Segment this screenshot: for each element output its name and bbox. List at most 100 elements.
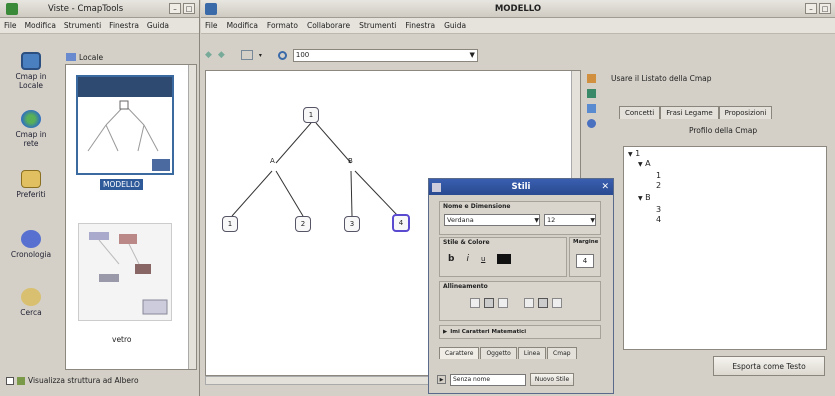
minimize-button[interactable]: –	[805, 3, 817, 14]
concept-node-3[interactable]: 3	[344, 216, 360, 232]
menu-finestra[interactable]: Finestra	[405, 21, 435, 30]
maximize-button[interactable]: □	[819, 3, 831, 14]
valign-top-icon[interactable]	[524, 298, 534, 308]
maximize-button[interactable]: □	[183, 3, 195, 14]
menu-strumenti[interactable]: Strumenti	[359, 21, 396, 30]
thumbnail-label-modello: MODELLO	[100, 179, 143, 190]
text-color-button[interactable]	[497, 254, 512, 264]
menu-finestra[interactable]: Finestra	[109, 21, 139, 30]
tree-item-b-4[interactable]: 4	[656, 215, 661, 224]
underline-button[interactable]: u	[481, 255, 485, 263]
sidebar-item-history[interactable]: Cronologia	[0, 230, 62, 259]
thumbnail-preview	[78, 77, 172, 171]
arrow-icon[interactable]	[587, 74, 596, 83]
outline-tree[interactable]: ▼ 1 ▼ A 1 2 ▼ B 3 4	[623, 146, 827, 350]
chevron-down-icon[interactable]: ▾	[259, 52, 262, 59]
align-right-icon[interactable]	[498, 298, 508, 308]
new-style-button[interactable]: Nuovo Stile	[530, 373, 574, 386]
font-name-value: Verdana	[447, 216, 474, 224]
new-style-name-input[interactable]: Senza nome	[450, 373, 526, 386]
font-size-select[interactable]: 12 ▼	[544, 214, 596, 226]
style-buttons: b i u	[448, 254, 512, 264]
tab-linea[interactable]: Linea	[517, 347, 547, 359]
styles-title: Stili	[511, 182, 531, 192]
concept-label-a[interactable]: A	[270, 157, 275, 165]
concept-node-1-root[interactable]: 1	[303, 107, 319, 123]
menu-modifica[interactable]: Modifica	[227, 21, 258, 30]
cmaptools-logo-icon	[6, 2, 18, 15]
menu-modifica[interactable]: Modifica	[25, 21, 56, 30]
views-sidebar: Cmap in Locale Cmap in rete Preferiti Cr…	[0, 36, 64, 366]
tab-proposizioni[interactable]: Proposizioni	[718, 106, 773, 119]
outline-panel-title: Usare il Listato della Cmap	[611, 74, 712, 83]
location-header[interactable]: Locale	[66, 50, 196, 64]
thumbnail-vetro[interactable]	[78, 223, 172, 321]
sidebar-item-label: Cronologia	[10, 250, 52, 259]
menu-strumenti[interactable]: Strumenti	[64, 21, 101, 30]
export-text-button[interactable]: Esporta come Testo	[713, 356, 825, 376]
menu-file[interactable]: File	[4, 21, 17, 30]
italic-button[interactable]: i	[466, 254, 469, 264]
play-icon[interactable]: ▶	[437, 375, 446, 384]
profile-label: Profilo della Cmap	[689, 126, 758, 135]
thumbnail-modello[interactable]	[76, 75, 174, 175]
sidebar-item-network[interactable]: Cmap in rete	[0, 110, 62, 148]
math-chars-row[interactable]: ▶ Imi Caratteri Matematici	[439, 325, 601, 339]
chevron-down-icon: ▼	[638, 195, 643, 202]
chevron-down-icon: ▼	[638, 161, 643, 168]
forward-arrow-icon[interactable]: ◆	[218, 50, 225, 60]
vertical-scrollbar[interactable]	[188, 65, 196, 369]
tree-view-option[interactable]: Visualizza struttura ad Albero	[6, 376, 139, 385]
align-center-icon[interactable]	[484, 298, 494, 308]
concept-node-4[interactable]: 4	[392, 214, 410, 232]
menu-formato[interactable]: Formato	[267, 21, 298, 30]
info-icon[interactable]	[587, 119, 596, 128]
sidebar-item-local[interactable]: Cmap in Locale	[0, 52, 62, 90]
expand-icon: ▶	[443, 329, 448, 335]
tab-concetti[interactable]: Concetti	[619, 106, 661, 119]
tree-item-b-3[interactable]: 3	[656, 205, 661, 214]
align-left-icon[interactable]	[470, 298, 480, 308]
tree-item-a-1[interactable]: 1	[656, 171, 661, 180]
back-arrow-icon[interactable]: ◆	[205, 50, 212, 60]
bold-button[interactable]: b	[448, 254, 454, 264]
list-icon[interactable]	[587, 89, 596, 98]
math-chars-label: Imi Caratteri Matematici	[450, 329, 527, 335]
font-name-select[interactable]: Verdana ▼	[444, 214, 540, 226]
tree-item-a[interactable]: ▼ A	[638, 159, 651, 168]
tab-carattere[interactable]: Carattere	[439, 347, 480, 359]
favorites-icon	[21, 170, 41, 188]
valign-bottom-icon[interactable]	[552, 298, 562, 308]
menu-guida[interactable]: Guida	[444, 21, 466, 30]
style-icon[interactable]	[587, 104, 596, 113]
sidebar-item-search[interactable]: Cerca	[0, 288, 62, 317]
views-titlebar: Viste - CmapTools – □	[0, 0, 199, 18]
main-toolbar: ◆ ◆ ▾ 100 ▼	[201, 46, 835, 64]
margin-input[interactable]: 4	[576, 254, 594, 268]
tree-item-b[interactable]: ▼ B	[638, 193, 651, 202]
layout-icon[interactable]	[240, 50, 253, 60]
tree-item-a-2[interactable]: 2	[656, 181, 661, 190]
menu-file[interactable]: File	[205, 21, 218, 30]
style-group-title: Stile & Colore	[443, 239, 490, 246]
tab-cmap[interactable]: Cmap	[547, 347, 577, 359]
views-menubar: File Modifica Strumenti Finestra Guida	[0, 18, 199, 34]
sidebar-item-favorites[interactable]: Preferiti	[0, 170, 62, 199]
concept-node-1[interactable]: 1	[222, 216, 238, 232]
tab-oggetto[interactable]: Oggetto	[480, 347, 517, 359]
concept-node-2[interactable]: 2	[295, 216, 311, 232]
menu-collaborare[interactable]: Collaborare	[307, 21, 350, 30]
tree-view-checkbox[interactable]	[6, 376, 14, 385]
zoom-select[interactable]: 100 ▼	[292, 48, 478, 62]
zoom-value: 100	[295, 51, 310, 59]
tree-item-1[interactable]: ▼ 1	[628, 149, 640, 158]
sidebar-item-label: Cmap in Locale	[15, 72, 47, 90]
valign-middle-icon[interactable]	[538, 298, 548, 308]
zoom-icon[interactable]	[277, 50, 287, 60]
sidebar-item-label: Cmap in rete	[15, 130, 47, 148]
close-icon[interactable]: ✕	[601, 182, 609, 192]
tab-frasi-legame[interactable]: Frasi Legame	[660, 106, 719, 119]
concept-label-b[interactable]: B	[348, 157, 353, 165]
menu-guida[interactable]: Guida	[147, 21, 169, 30]
minimize-button[interactable]: –	[169, 3, 181, 14]
